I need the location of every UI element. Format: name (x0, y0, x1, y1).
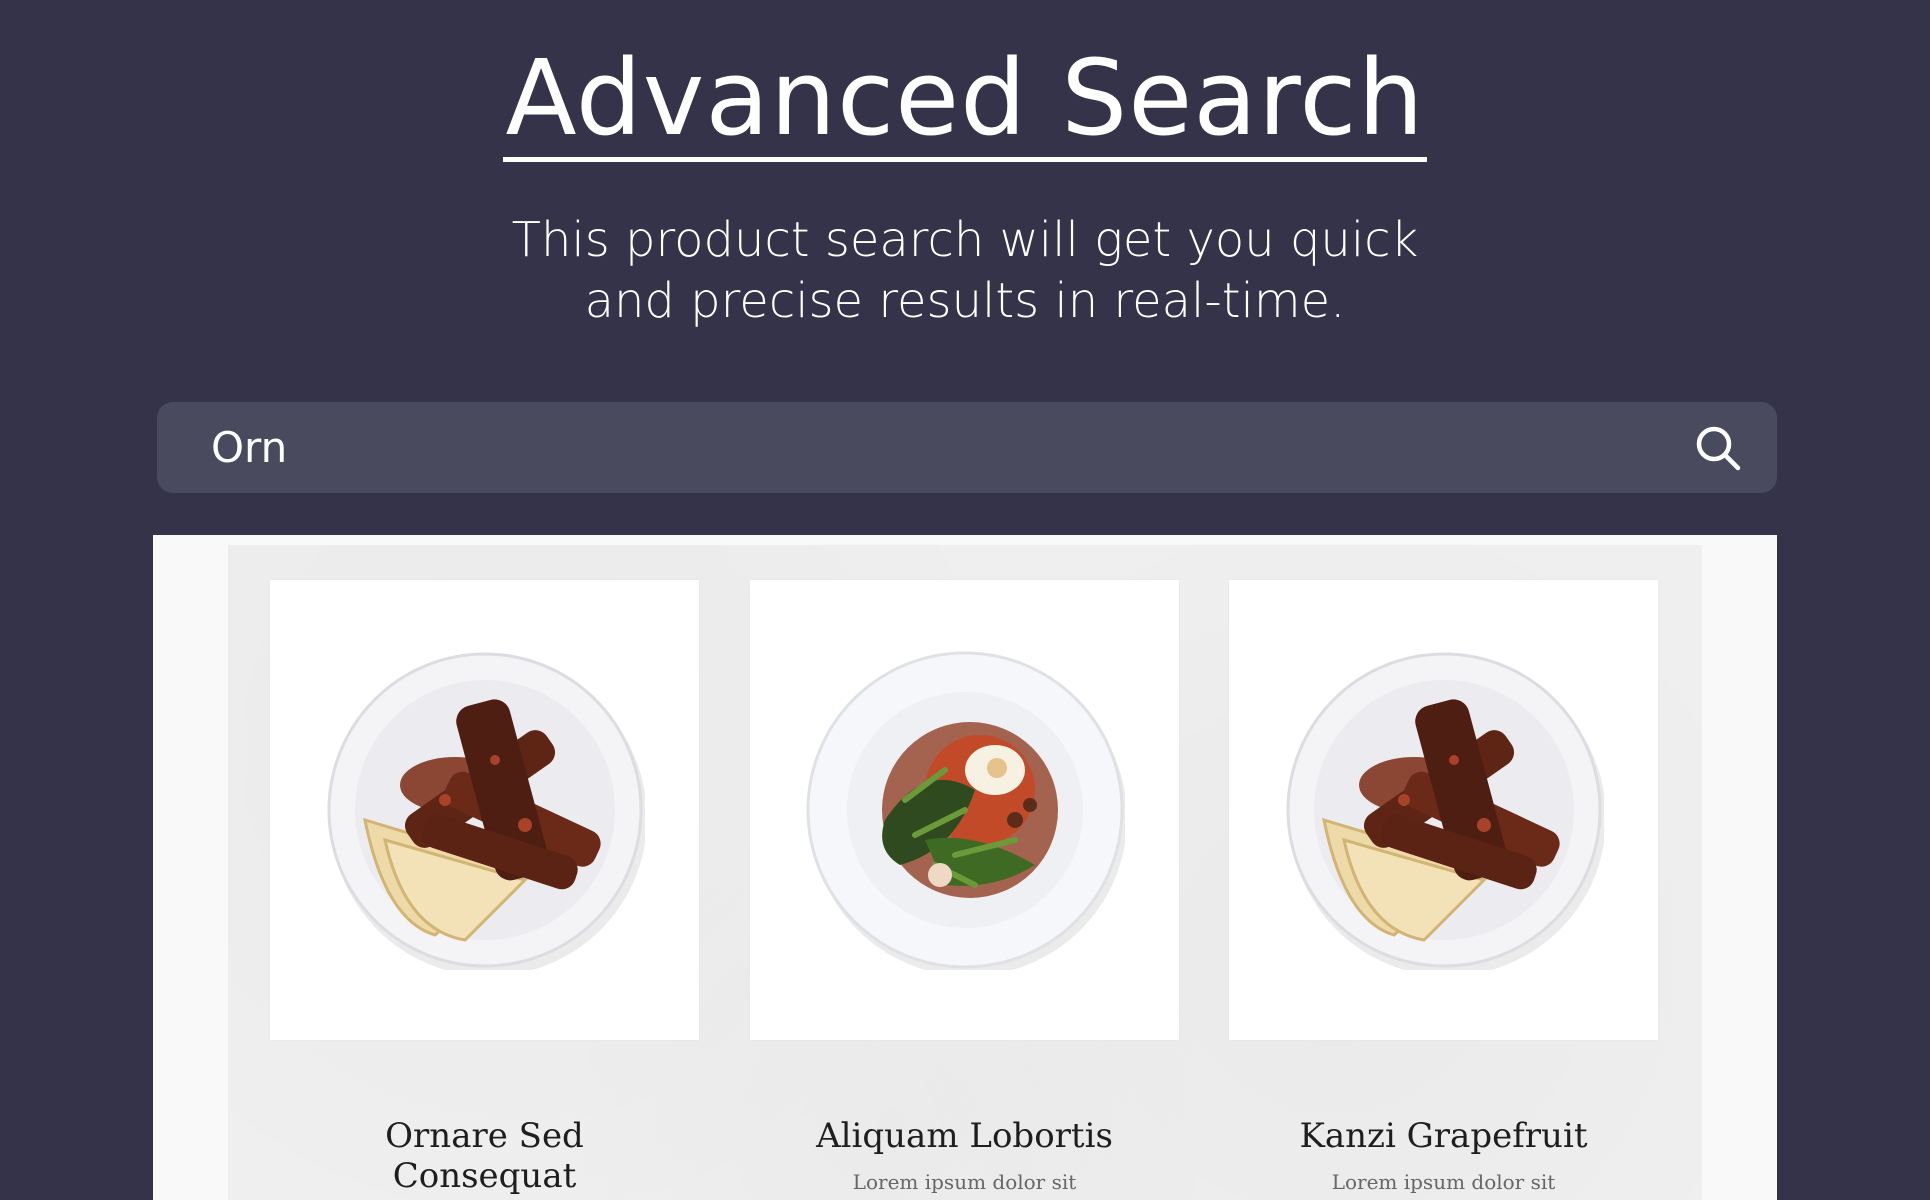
page-subtitle: This product search will get you quick a… (511, 212, 1419, 329)
results-panel: Ornare Sed Consequat Aliquam Lobortis Lo… (153, 535, 1777, 1200)
product-image[interactable] (1229, 580, 1658, 1040)
page-title-wrap: Advanced Search (0, 43, 1930, 163)
page-title: Advanced Search (503, 43, 1427, 163)
product-description: Lorem ipsum dolor sit (1331, 1170, 1556, 1194)
product-card[interactable]: Kanzi Grapefruit Lorem ipsum dolor sit (1229, 580, 1658, 1194)
search-bar (157, 402, 1777, 493)
salad-egg-plate-image (806, 651, 1125, 970)
product-image[interactable] (750, 580, 1179, 1040)
product-card[interactable]: Ornare Sed Consequat (270, 580, 699, 1200)
ribs-plate-image (1286, 652, 1604, 970)
product-description: Lorem ipsum dolor sit (852, 1170, 1077, 1194)
search-icon[interactable] (1694, 424, 1742, 472)
ribs-plate-image (327, 652, 645, 970)
product-name[interactable]: Kanzi Grapefruit (1229, 1116, 1658, 1156)
search-input[interactable] (211, 402, 1611, 493)
product-name[interactable]: Ornare Sed Consequat (270, 1116, 699, 1196)
product-card[interactable]: Aliquam Lobortis Lorem ipsum dolor sit (750, 580, 1179, 1194)
product-image[interactable] (270, 580, 699, 1040)
product-name[interactable]: Aliquam Lobortis (750, 1116, 1179, 1156)
